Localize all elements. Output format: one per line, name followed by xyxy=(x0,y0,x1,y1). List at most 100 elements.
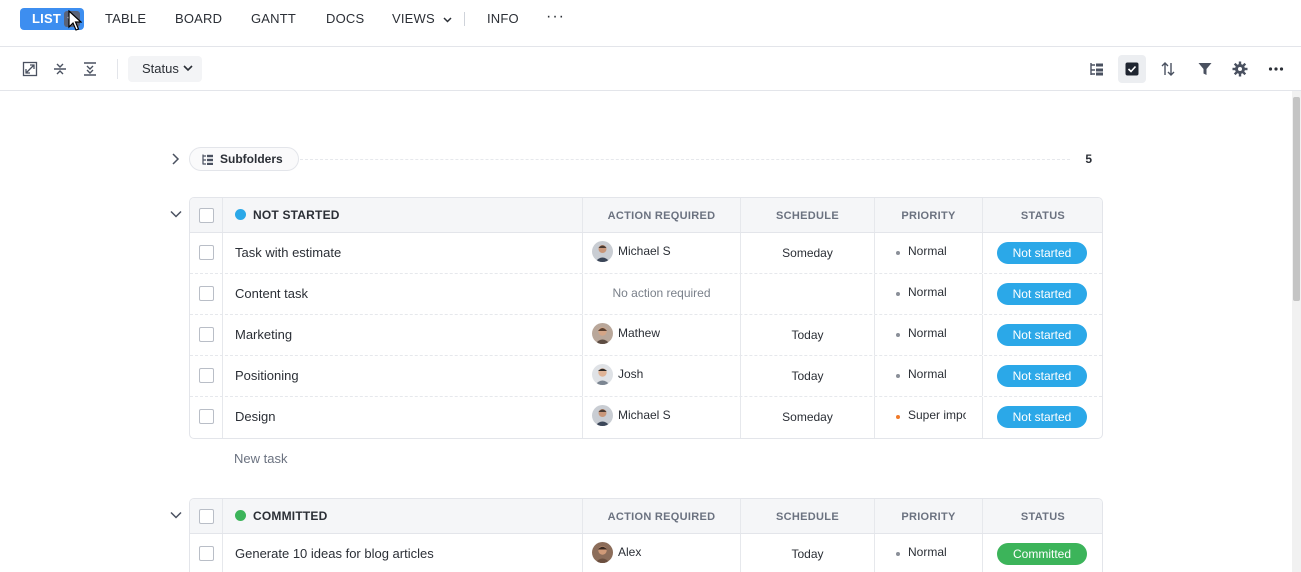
vertical-scrollbar[interactable] xyxy=(1292,91,1301,572)
column-header-schedule[interactable]: SCHEDULE xyxy=(741,511,874,523)
table-row[interactable]: Generate 10 ideas for blog articles Alex… xyxy=(190,534,1102,572)
priority-dot xyxy=(896,292,900,296)
status-dot xyxy=(235,209,246,220)
column-header-priority[interactable]: PRIORITY xyxy=(875,210,982,222)
task-name[interactable]: Content task xyxy=(235,286,308,301)
task-name[interactable]: Positioning xyxy=(235,368,299,383)
tab-list-label: LIST xyxy=(32,11,61,26)
priority-dot xyxy=(896,552,900,556)
scrollbar-thumb[interactable] xyxy=(1293,97,1300,301)
task-name[interactable]: Marketing xyxy=(235,327,292,342)
assignee-name: Alex xyxy=(618,545,642,559)
status-badge[interactable]: Not started xyxy=(997,283,1087,305)
priority-dot xyxy=(896,374,900,378)
column-header-status[interactable]: STATUS xyxy=(983,511,1102,523)
priority-value: Normal xyxy=(908,244,947,258)
new-task-button[interactable]: New task xyxy=(234,451,287,466)
mouse-cursor-icon xyxy=(68,10,82,31)
tab-table[interactable]: TABLE xyxy=(105,8,146,30)
tab-docs[interactable]: DOCS xyxy=(326,8,364,30)
table-row[interactable]: Positioning Josh Today Normal Not starte… xyxy=(190,356,1102,397)
priority-value: Normal xyxy=(908,545,947,559)
chevron-right-icon[interactable] xyxy=(170,153,180,165)
expand-icon[interactable] xyxy=(22,61,38,77)
toolbar-divider xyxy=(117,59,118,79)
priority-value: Normal xyxy=(908,367,947,381)
avatar xyxy=(592,542,613,563)
task-checkbox[interactable] xyxy=(199,546,214,561)
chevron-down-icon[interactable] xyxy=(170,510,182,520)
task-checkbox[interactable] xyxy=(199,327,214,342)
status-filter-button[interactable]: Status xyxy=(128,56,202,82)
task-name[interactable]: Generate 10 ideas for blog articles xyxy=(235,546,434,561)
priority-dot xyxy=(896,251,900,255)
chevron-down-icon xyxy=(443,17,452,23)
task-checkbox[interactable] xyxy=(199,409,214,424)
group-header: NOT STARTED ACTION REQUIRED SCHEDULE PRI… xyxy=(190,198,1102,233)
group-header: COMMITTED ACTION REQUIRED SCHEDULE PRIOR… xyxy=(190,499,1102,534)
app-window: LIST TABLE BOARD GANTT DOCS VIEWS INFO ·… xyxy=(0,0,1301,572)
priority-value: Normal xyxy=(908,285,947,299)
schedule-value: Someday xyxy=(782,246,833,260)
column-header-priority[interactable]: PRIORITY xyxy=(875,511,982,523)
task-name[interactable]: Task with estimate xyxy=(235,245,341,260)
chevron-down-icon[interactable] xyxy=(170,209,182,219)
assignee-name: Mathew xyxy=(618,326,661,340)
schedule-value: Today xyxy=(791,547,824,561)
avatar xyxy=(592,241,613,262)
priority-dot xyxy=(896,333,900,337)
select-all-checkbox[interactable] xyxy=(199,509,214,524)
tab-views[interactable]: VIEWS xyxy=(392,8,452,30)
priority-value: Super important xyxy=(908,408,966,422)
filter-icon[interactable] xyxy=(1197,61,1213,77)
status-badge[interactable]: Not started xyxy=(997,406,1087,428)
more-icon[interactable]: ··· xyxy=(546,8,565,26)
status-badge[interactable]: Not started xyxy=(997,324,1087,346)
select-all-checkbox[interactable] xyxy=(199,208,214,223)
tab-info[interactable]: INFO xyxy=(487,8,519,30)
checkbox-view-icon[interactable] xyxy=(1124,61,1140,77)
status-badge[interactable]: Committed xyxy=(997,543,1087,565)
subfolders-toggle[interactable]: Subfolders xyxy=(189,147,299,171)
avatar xyxy=(592,405,613,426)
list-toolbar: Status xyxy=(0,47,1301,91)
column-header-action[interactable]: ACTION REQUIRED xyxy=(583,511,740,523)
subfolders-icon xyxy=(202,154,213,165)
status-badge[interactable]: Not started xyxy=(997,242,1087,264)
hierarchy-icon[interactable] xyxy=(1089,61,1105,77)
column-header-action[interactable]: ACTION REQUIRED xyxy=(583,210,740,222)
status-dot xyxy=(235,510,246,521)
tab-board[interactable]: BOARD xyxy=(175,8,222,30)
group-title: NOT STARTED xyxy=(235,208,340,222)
assignee-name: Josh xyxy=(618,367,644,381)
tab-gantt[interactable]: GANTT xyxy=(251,8,296,30)
task-checkbox[interactable] xyxy=(199,368,214,383)
schedule-value: Today xyxy=(791,328,824,342)
schedule-value: Today xyxy=(791,369,824,383)
task-checkbox[interactable] xyxy=(199,286,214,301)
collapse-all-icon[interactable] xyxy=(82,61,98,77)
table-row[interactable]: Marketing Mathew Today Normal Not starte… xyxy=(190,315,1102,356)
task-name[interactable]: Design xyxy=(235,409,275,424)
settings-icon[interactable] xyxy=(1232,61,1248,77)
avatar xyxy=(592,323,613,344)
view-tabs-bar: LIST TABLE BOARD GANTT DOCS VIEWS INFO ·… xyxy=(0,0,1301,47)
task-group-not-started: NOT STARTED ACTION REQUIRED SCHEDULE PRI… xyxy=(189,197,1103,439)
priority-value: Normal xyxy=(908,326,947,340)
sort-icon[interactable] xyxy=(1160,61,1176,77)
task-checkbox[interactable] xyxy=(199,245,214,260)
assignee-name: Michael S xyxy=(618,408,671,422)
subfolders-divider xyxy=(300,159,1070,160)
status-badge[interactable]: Not started xyxy=(997,365,1087,387)
table-row[interactable]: Task with estimate Michael S Someday Nor… xyxy=(190,233,1102,274)
group-title: COMMITTED xyxy=(235,509,327,523)
column-header-status[interactable]: STATUS xyxy=(983,210,1102,222)
table-row[interactable]: Design Michael S Someday Super important… xyxy=(190,397,1102,438)
column-header-schedule[interactable]: SCHEDULE xyxy=(741,210,874,222)
table-row[interactable]: Content task No action required Normal N… xyxy=(190,274,1102,315)
task-group-committed: COMMITTED ACTION REQUIRED SCHEDULE PRIOR… xyxy=(189,498,1103,572)
subfolders-count: 5 xyxy=(1085,152,1092,166)
assignee-name: Michael S xyxy=(618,244,671,258)
more-icon[interactable] xyxy=(1268,61,1284,77)
collapse-icon[interactable] xyxy=(52,61,68,77)
